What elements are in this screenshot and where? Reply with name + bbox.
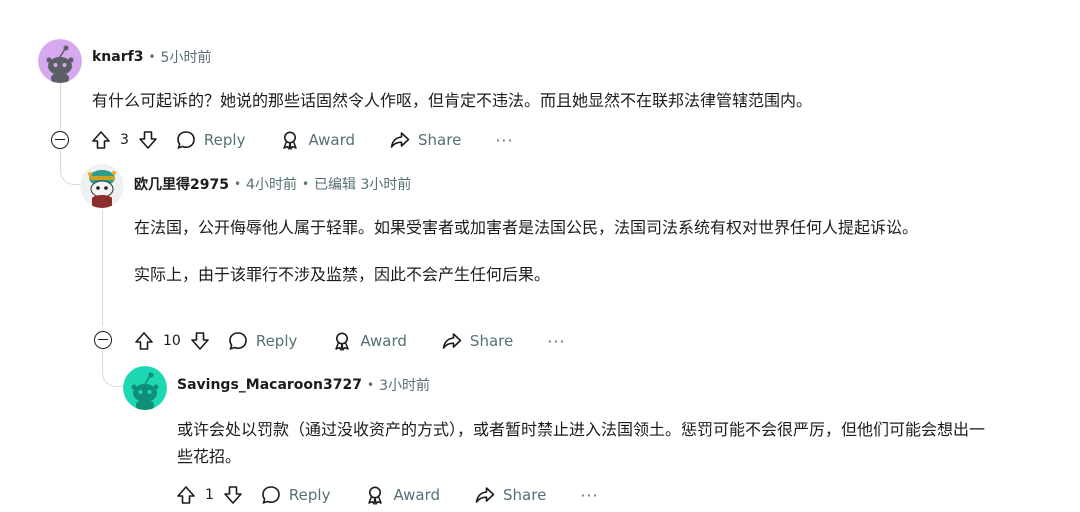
thread-line-level2: [102, 210, 103, 326]
downvote-button[interactable]: [222, 484, 244, 506]
award-icon: [335, 332, 350, 351]
edited-label: 已编辑 3小时前: [314, 177, 412, 193]
downvote-button[interactable]: [137, 129, 159, 151]
avatar[interactable]: [38, 39, 82, 83]
more-options-button[interactable]: ···: [580, 486, 598, 505]
downvote-icon: [139, 131, 157, 149]
upvote-button[interactable]: [90, 129, 112, 151]
award-icon: [283, 131, 298, 150]
comment-actions: 3 Reply Award Share ···: [90, 125, 514, 155]
upvote-icon: [135, 332, 153, 350]
reply-label: Reply: [203, 131, 246, 149]
share-button[interactable]: Share: [474, 484, 546, 506]
comment-paragraph: 或许会处以罚款（通过没收资产的方式），或者暂时禁止进入法国领土。惩罚可能不会很严…: [177, 420, 986, 466]
collapse-icon[interactable]: [51, 131, 69, 149]
downvote-button[interactable]: [189, 330, 211, 352]
vote-count: 3: [120, 132, 129, 148]
snoo-avatar-icon: [38, 39, 82, 83]
award-label: Award: [360, 332, 407, 350]
reply-icon: [229, 332, 247, 351]
comment-paragraph: 实际上，由于该罪行不涉及监禁，因此不会产生任何后果。: [134, 265, 551, 284]
comment-body: 或许会处以罚款（通过没收资产的方式），或者暂时禁止进入法国领土。惩罚可能不会很严…: [177, 416, 997, 470]
downvote-icon: [191, 332, 209, 350]
comment-actions: 1 Reply Award Share ···: [175, 480, 599, 510]
thread-line-level1: [60, 82, 61, 130]
separator-dot: •: [233, 177, 242, 191]
timestamp[interactable]: 4小时前: [246, 174, 297, 194]
comment-paragraph: 有什么可起诉的？她说的那些话固然令人作呕，但肯定不违法。而且她显然不在联邦法律管…: [92, 91, 813, 110]
snoo-avatar-icon: [123, 366, 167, 410]
share-button[interactable]: Share: [441, 330, 513, 352]
thread-connector-level2: [60, 150, 83, 185]
separator-dot: •: [301, 177, 310, 191]
comment-body: 在法国，公开侮辱他人属于轻罪。如果受害者或加害者是法国公民，法国司法系统有权对世…: [134, 214, 994, 288]
more-options-button[interactable]: ···: [547, 332, 565, 351]
award-button[interactable]: Award: [279, 129, 355, 151]
award-icon: [368, 486, 383, 505]
collapse-icon[interactable]: [94, 331, 112, 349]
share-icon: [442, 333, 462, 349]
share-icon: [390, 132, 410, 148]
comment-body: 有什么可起诉的？她说的那些话固然令人作呕，但肯定不违法。而且她显然不在联邦法律管…: [92, 87, 992, 114]
upvote-button[interactable]: [133, 330, 155, 352]
reply-icon: [262, 486, 280, 505]
upvote-button[interactable]: [175, 484, 197, 506]
username[interactable]: knarf3: [92, 49, 143, 65]
timestamp[interactable]: 5小时前: [161, 47, 212, 67]
award-label: Award: [393, 486, 441, 504]
upvote-icon: [177, 486, 195, 504]
downvote-icon: [224, 486, 242, 504]
reply-button[interactable]: Reply: [175, 129, 246, 151]
reply-icon: [177, 131, 195, 150]
reply-label: Reply: [255, 332, 298, 350]
share-label: Share: [418, 131, 462, 149]
thread-connector-level3: [102, 350, 125, 387]
comment-meta: knarf3 • 5小时前: [92, 47, 211, 67]
comment-actions: 10 Reply Award Share ···: [133, 326, 565, 356]
vote-count: 1: [205, 487, 214, 503]
separator-dot: •: [366, 378, 375, 392]
award-button[interactable]: Award: [331, 330, 407, 352]
snoo-avatar-icon: [80, 164, 124, 208]
share-label: Share: [503, 486, 547, 504]
avatar[interactable]: [80, 164, 124, 208]
username[interactable]: 欧几里得2975: [134, 174, 229, 194]
avatar[interactable]: [123, 366, 167, 410]
award-button[interactable]: Award: [364, 484, 440, 506]
cropped-previous-text: [210, 0, 540, 2]
comment-paragraph: 在法国，公开侮辱他人属于轻罪。如果受害者或加害者是法国公民，法国司法系统有权对世…: [134, 218, 919, 237]
share-button[interactable]: Share: [389, 129, 461, 151]
vote-count: 10: [163, 333, 181, 349]
reply-button[interactable]: Reply: [260, 484, 331, 506]
reply-label: Reply: [288, 486, 331, 504]
separator-dot: •: [148, 50, 156, 64]
share-icon: [475, 487, 495, 503]
username[interactable]: Savings_Macaroon3727: [177, 377, 362, 393]
reply-button[interactable]: Reply: [227, 330, 298, 352]
more-options-button[interactable]: ···: [495, 131, 513, 150]
upvote-icon: [92, 131, 110, 149]
award-label: Award: [308, 131, 356, 149]
comment-meta: 欧几里得2975 • 4小时前 • 已编辑 3小时前: [134, 174, 411, 194]
timestamp[interactable]: 3小时前: [379, 375, 430, 395]
share-label: Share: [469, 332, 514, 350]
comment-meta: Savings_Macaroon3727 • 3小时前: [177, 375, 430, 395]
